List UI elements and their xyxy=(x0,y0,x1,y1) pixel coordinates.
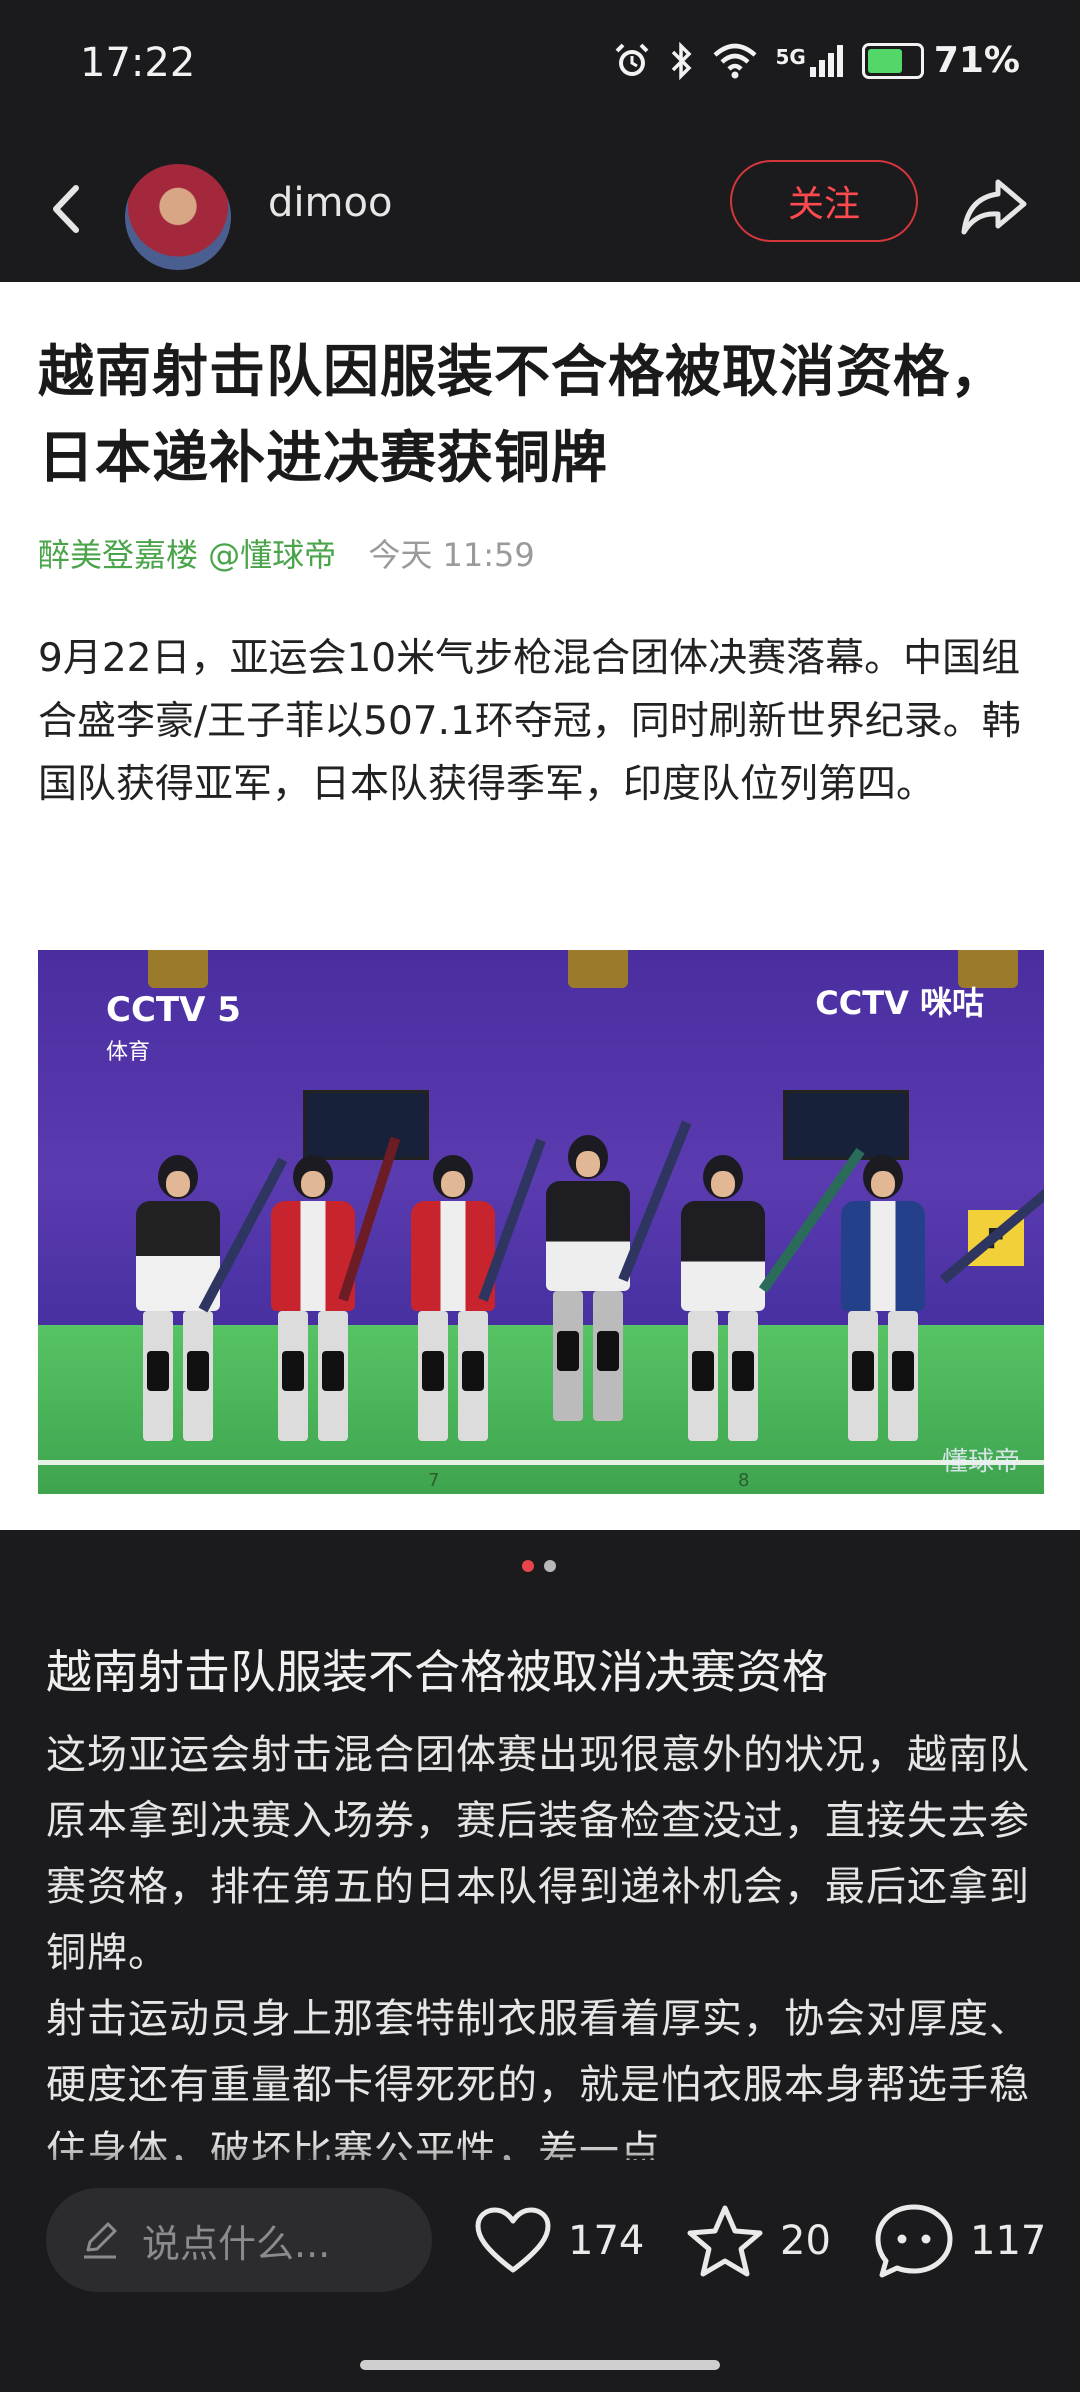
wifi-icon xyxy=(713,43,757,78)
article-photo[interactable]: F xyxy=(38,950,1044,1494)
athlete xyxy=(678,1155,768,1441)
star-icon xyxy=(687,2205,763,2277)
comment-input[interactable]: 说点什么... xyxy=(46,2188,432,2292)
comment-bubble-icon xyxy=(875,2204,953,2278)
cctv5-logo: CCTV 5 体育 xyxy=(106,990,241,1066)
network-type: 5G xyxy=(775,44,843,77)
article-paragraph: 9月22日，亚运会10米气步枪混合团体决赛落幕。中国组合盛李豪/王子菲以507.… xyxy=(38,636,1021,807)
status-icons: 5G 71% xyxy=(613,40,1020,81)
like-count: 174 xyxy=(568,2218,645,2264)
status-time: 17:22 xyxy=(80,40,196,86)
floor-line xyxy=(38,1460,1044,1465)
back-arrow-icon[interactable] xyxy=(38,174,98,244)
article-title: 越南射击队因服装不合格被取消资格，日本递补进决赛获铜牌 xyxy=(38,340,1007,491)
section-title: 越南射击队服装不合格被取消决赛资格 xyxy=(46,1645,828,1699)
pager-dot[interactable] xyxy=(544,1560,556,1572)
article-date: 今天 11:59 xyxy=(368,536,535,574)
lane-number: 7 xyxy=(428,1470,440,1491)
article-author[interactable]: 醉美登嘉楼 @懂球帝 xyxy=(38,536,336,574)
favorite-count: 20 xyxy=(780,2218,831,2264)
battery-indicator: 71% xyxy=(861,40,1020,81)
follow-button[interactable]: 关注 xyxy=(730,160,918,242)
ceiling-light xyxy=(148,950,208,988)
section-paragraph: 这场亚运会射击混合团体赛出现很意外的状况，越南队原本拿到决赛入场券，赛后装备检查… xyxy=(46,1732,1030,1976)
network-label: 5G xyxy=(775,44,806,69)
bottom-action-bar: 说点什么... 174 20 117 xyxy=(0,2160,1080,2392)
home-indicator[interactable] xyxy=(360,2360,720,2370)
comment-count: 117 xyxy=(970,2218,1047,2264)
cctv5-logo-text: CCTV 5 xyxy=(106,990,241,1030)
comment-placeholder: 说点什么... xyxy=(142,2221,331,2266)
share-icon[interactable] xyxy=(958,174,1030,238)
signal-icon xyxy=(809,44,843,77)
comments-button[interactable]: 117 xyxy=(874,2196,1046,2286)
cctv-migu-logo: CCTV 咪咕 xyxy=(815,984,984,1022)
battery-charging-icon xyxy=(861,42,924,79)
article-meta: 醉美登嘉楼 @懂球帝 今天 11:59 xyxy=(38,530,535,576)
image-pager xyxy=(522,1560,556,1572)
ceiling-light xyxy=(568,950,628,988)
pager-dot-active[interactable] xyxy=(522,1560,534,1572)
status-bar: 17:22 5G 71% xyxy=(0,0,1080,140)
cctv5-logo-sub: 体育 xyxy=(106,1040,151,1065)
pencil-icon xyxy=(84,2222,117,2259)
favorite-button[interactable]: 20 xyxy=(686,2196,831,2286)
top-nav: dimoo 关注 xyxy=(0,140,1080,282)
bluetooth-icon xyxy=(672,41,692,80)
athlete xyxy=(838,1155,928,1441)
heart-icon xyxy=(475,2207,551,2273)
alarm-icon xyxy=(616,43,649,76)
score-monitor xyxy=(303,1090,429,1160)
section-body: 这场亚运会射击混合团体赛出现很意外的状况，越南队原本拿到决赛入场券，赛后装备检查… xyxy=(46,1722,1046,2184)
avatar[interactable] xyxy=(125,164,231,270)
lane-number: 8 xyxy=(738,1470,750,1491)
photo-watermark: 懂球帝 xyxy=(941,1447,1020,1477)
battery-percent: 71% xyxy=(933,40,1020,81)
score-monitor xyxy=(783,1090,909,1160)
username[interactable]: dimoo xyxy=(268,180,392,226)
like-button[interactable]: 174 xyxy=(474,2196,644,2286)
article-card: 越南射击队因服装不合格被取消资格，日本递补进决赛获铜牌 醉美登嘉楼 @懂球帝 今… xyxy=(0,282,1080,1530)
